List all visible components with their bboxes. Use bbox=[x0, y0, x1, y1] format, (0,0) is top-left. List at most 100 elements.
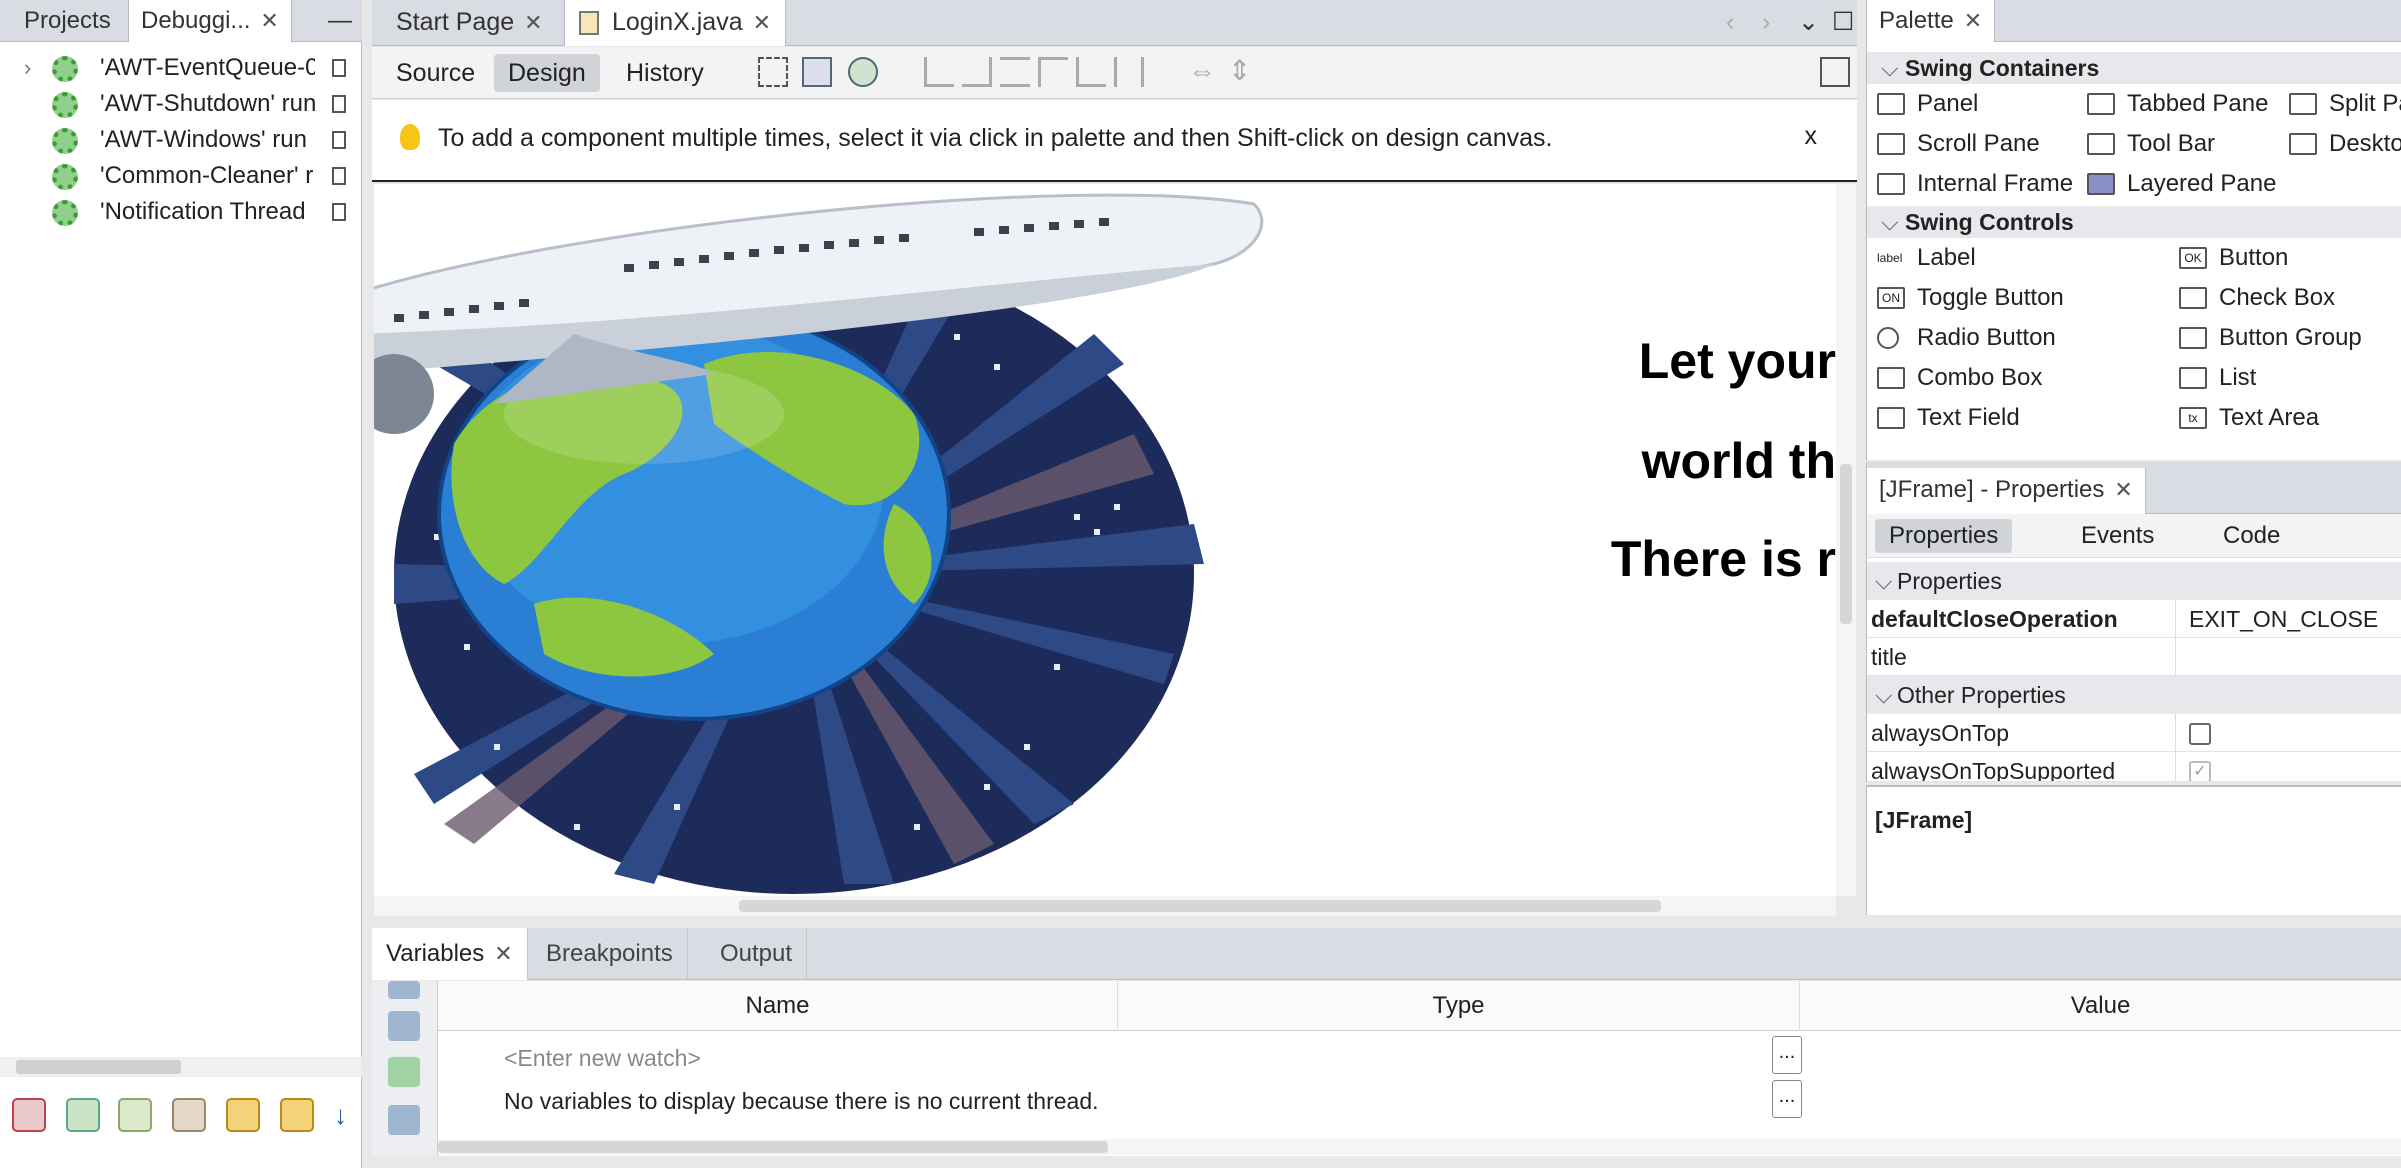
section-swing-containers[interactable]: ⌵ Swing Containers bbox=[1867, 52, 2401, 84]
tab-code[interactable]: Code bbox=[2209, 519, 2294, 553]
watch-icon[interactable] bbox=[388, 981, 420, 999]
suspend-icon[interactable] bbox=[332, 59, 346, 77]
variables-header: Name Type Value bbox=[438, 981, 2401, 1031]
align-left-icon[interactable] bbox=[924, 57, 954, 87]
property-row[interactable]: alwaysOnTopSupported ✓ bbox=[1867, 752, 2401, 782]
tab-palette[interactable]: Palette ✕ bbox=[1867, 0, 1996, 42]
scroll-left-icon[interactable]: ‹ bbox=[1712, 0, 1748, 46]
horizontal-scrollbar[interactable] bbox=[438, 1139, 2401, 1155]
watch-input[interactable]: <Enter new watch> bbox=[504, 1045, 701, 1072]
tab-output[interactable]: Output bbox=[706, 928, 808, 980]
kill-thread-icon[interactable] bbox=[12, 1098, 46, 1132]
property-row[interactable]: alwaysOnTop bbox=[1867, 714, 2401, 752]
close-icon[interactable]: ✕ bbox=[494, 941, 512, 966]
thread-settings-icon[interactable] bbox=[172, 1098, 206, 1132]
view-filter-icon[interactable] bbox=[388, 1011, 420, 1041]
panel-icon bbox=[1877, 93, 1905, 115]
minimize-button[interactable]: — bbox=[316, 0, 364, 42]
maximize-icon[interactable]: ☐ bbox=[1818, 0, 1868, 46]
suspend-icon[interactable] bbox=[332, 203, 346, 221]
thread-row[interactable]: 'Common-Cleaner' r bbox=[0, 158, 362, 194]
column-value[interactable]: Value bbox=[1800, 981, 2401, 1031]
tab-start-page[interactable]: Start Page ✕ bbox=[382, 0, 557, 46]
tab-debugging[interactable]: Debuggi... ✕ bbox=[128, 0, 292, 42]
item-label: Desktop bbox=[2329, 130, 2401, 157]
property-key: defaultCloseOperation bbox=[1871, 606, 2118, 632]
tab-projects[interactable]: Projects bbox=[12, 0, 123, 42]
design-canvas[interactable]: Let your world th There is r bbox=[374, 184, 1836, 896]
category-other-properties[interactable]: ⌵ Other Properties bbox=[1867, 676, 2401, 714]
close-hint-button[interactable]: x bbox=[1805, 122, 1818, 151]
property-row[interactable]: defaultCloseOperation EXIT_ON_CLOSE bbox=[1867, 600, 2401, 638]
property-value[interactable]: EXIT_ON_CLOSE bbox=[2189, 600, 2378, 638]
center-vertically-icon[interactable] bbox=[1114, 57, 1144, 87]
design-view-button[interactable]: Design bbox=[494, 54, 600, 92]
preview-design-icon[interactable] bbox=[848, 57, 878, 87]
resize-horizontal-icon[interactable]: ⇔ bbox=[1188, 57, 1218, 87]
arrow-down-icon[interactable]: ↓ bbox=[334, 1098, 354, 1132]
property-row[interactable]: title bbox=[1867, 638, 2401, 676]
section-swing-controls[interactable]: ⌵ Swing Controls bbox=[1867, 206, 2401, 238]
debug-toolbar: ↓ bbox=[0, 1090, 362, 1146]
center-horizontally-icon[interactable] bbox=[1000, 57, 1030, 87]
package-icon[interactable] bbox=[280, 1098, 314, 1132]
focus-thread-icon[interactable] bbox=[118, 1098, 152, 1132]
palette-tabs: Palette ✕ bbox=[1867, 0, 2401, 42]
category-properties[interactable]: ⌵ Properties bbox=[1867, 562, 2401, 600]
scrollbar-thumb[interactable] bbox=[438, 1141, 1108, 1153]
settings-icon[interactable] bbox=[388, 1105, 420, 1135]
thread-row[interactable]: 'Notification Thread bbox=[0, 194, 362, 230]
property-key: alwaysOnTopSupported bbox=[1871, 758, 2116, 782]
source-view-button[interactable]: Source bbox=[382, 54, 489, 92]
thread-row[interactable]: 'AWT-Windows' run bbox=[0, 122, 362, 158]
tab-label: Start Page bbox=[396, 8, 515, 36]
edit-value-button[interactable]: ... bbox=[1772, 1080, 1802, 1118]
thread-row[interactable]: 'AWT-Shutdown' run bbox=[0, 86, 362, 122]
vertical-scrollbar[interactable] bbox=[1836, 184, 1856, 896]
scrollbar-thumb[interactable] bbox=[16, 1060, 181, 1074]
tab-label: LoginX.java bbox=[611, 8, 743, 36]
close-icon[interactable]: ✕ bbox=[1964, 8, 1982, 33]
properties-tabs: [JFrame] - Properties ✕ bbox=[1867, 462, 2401, 514]
close-icon[interactable]: ✕ bbox=[753, 10, 771, 35]
column-name[interactable]: Name bbox=[438, 981, 1118, 1031]
add-watch-icon[interactable] bbox=[388, 1057, 420, 1087]
history-view-button[interactable]: History bbox=[612, 54, 718, 92]
selection-mode-icon[interactable] bbox=[758, 57, 788, 87]
tab-breakpoints[interactable]: Breakpoints bbox=[532, 928, 688, 980]
connection-mode-icon[interactable] bbox=[802, 57, 832, 87]
resume-thread-icon[interactable] bbox=[66, 1098, 100, 1132]
suspend-icon[interactable] bbox=[332, 95, 346, 113]
horizontal-scrollbar[interactable] bbox=[374, 896, 1836, 916]
tab-label: [JFrame] - Properties bbox=[1879, 476, 2105, 503]
column-type[interactable]: Type bbox=[1118, 981, 1800, 1031]
suspend-icon[interactable] bbox=[332, 167, 346, 185]
expand-icon[interactable]: › bbox=[24, 50, 31, 86]
lock-icon[interactable] bbox=[226, 1098, 260, 1132]
scrollbar-thumb[interactable] bbox=[739, 900, 1661, 912]
tab-variables[interactable]: Variables ✕ bbox=[372, 928, 528, 980]
close-icon[interactable]: ✕ bbox=[524, 10, 542, 35]
resize-vertical-icon[interactable]: ⇕ bbox=[1228, 57, 1258, 87]
check-box-icon bbox=[2179, 287, 2207, 309]
tab-events[interactable]: Events bbox=[2067, 519, 2168, 553]
text-field-icon bbox=[1877, 407, 1905, 429]
align-top-icon[interactable] bbox=[1038, 57, 1068, 87]
scroll-right-icon[interactable]: › bbox=[1748, 0, 1784, 46]
item-label: Panel bbox=[1917, 90, 1979, 117]
always-on-top-checkbox[interactable] bbox=[2189, 723, 2211, 745]
suspend-icon[interactable] bbox=[332, 131, 346, 149]
align-right-icon[interactable] bbox=[962, 57, 992, 87]
horizontal-scrollbar[interactable] bbox=[0, 1057, 362, 1077]
tab-properties[interactable]: Properties bbox=[1875, 519, 2013, 553]
thread-row[interactable]: › 'AWT-EventQueue-0 bbox=[0, 50, 362, 86]
grid-icon[interactable] bbox=[1820, 57, 1850, 87]
scrollbar-thumb[interactable] bbox=[1840, 464, 1852, 624]
tab-properties-window[interactable]: [JFrame] - Properties ✕ bbox=[1867, 468, 2146, 514]
edit-watch-button[interactable]: ... bbox=[1772, 1036, 1802, 1074]
tab-loginx-java[interactable]: LoginX.java ✕ bbox=[564, 0, 787, 46]
text-area-icon: tx bbox=[2179, 407, 2207, 429]
close-icon[interactable]: ✕ bbox=[260, 8, 278, 33]
close-icon[interactable]: ✕ bbox=[2114, 477, 2132, 502]
align-bottom-icon[interactable] bbox=[1076, 57, 1106, 87]
